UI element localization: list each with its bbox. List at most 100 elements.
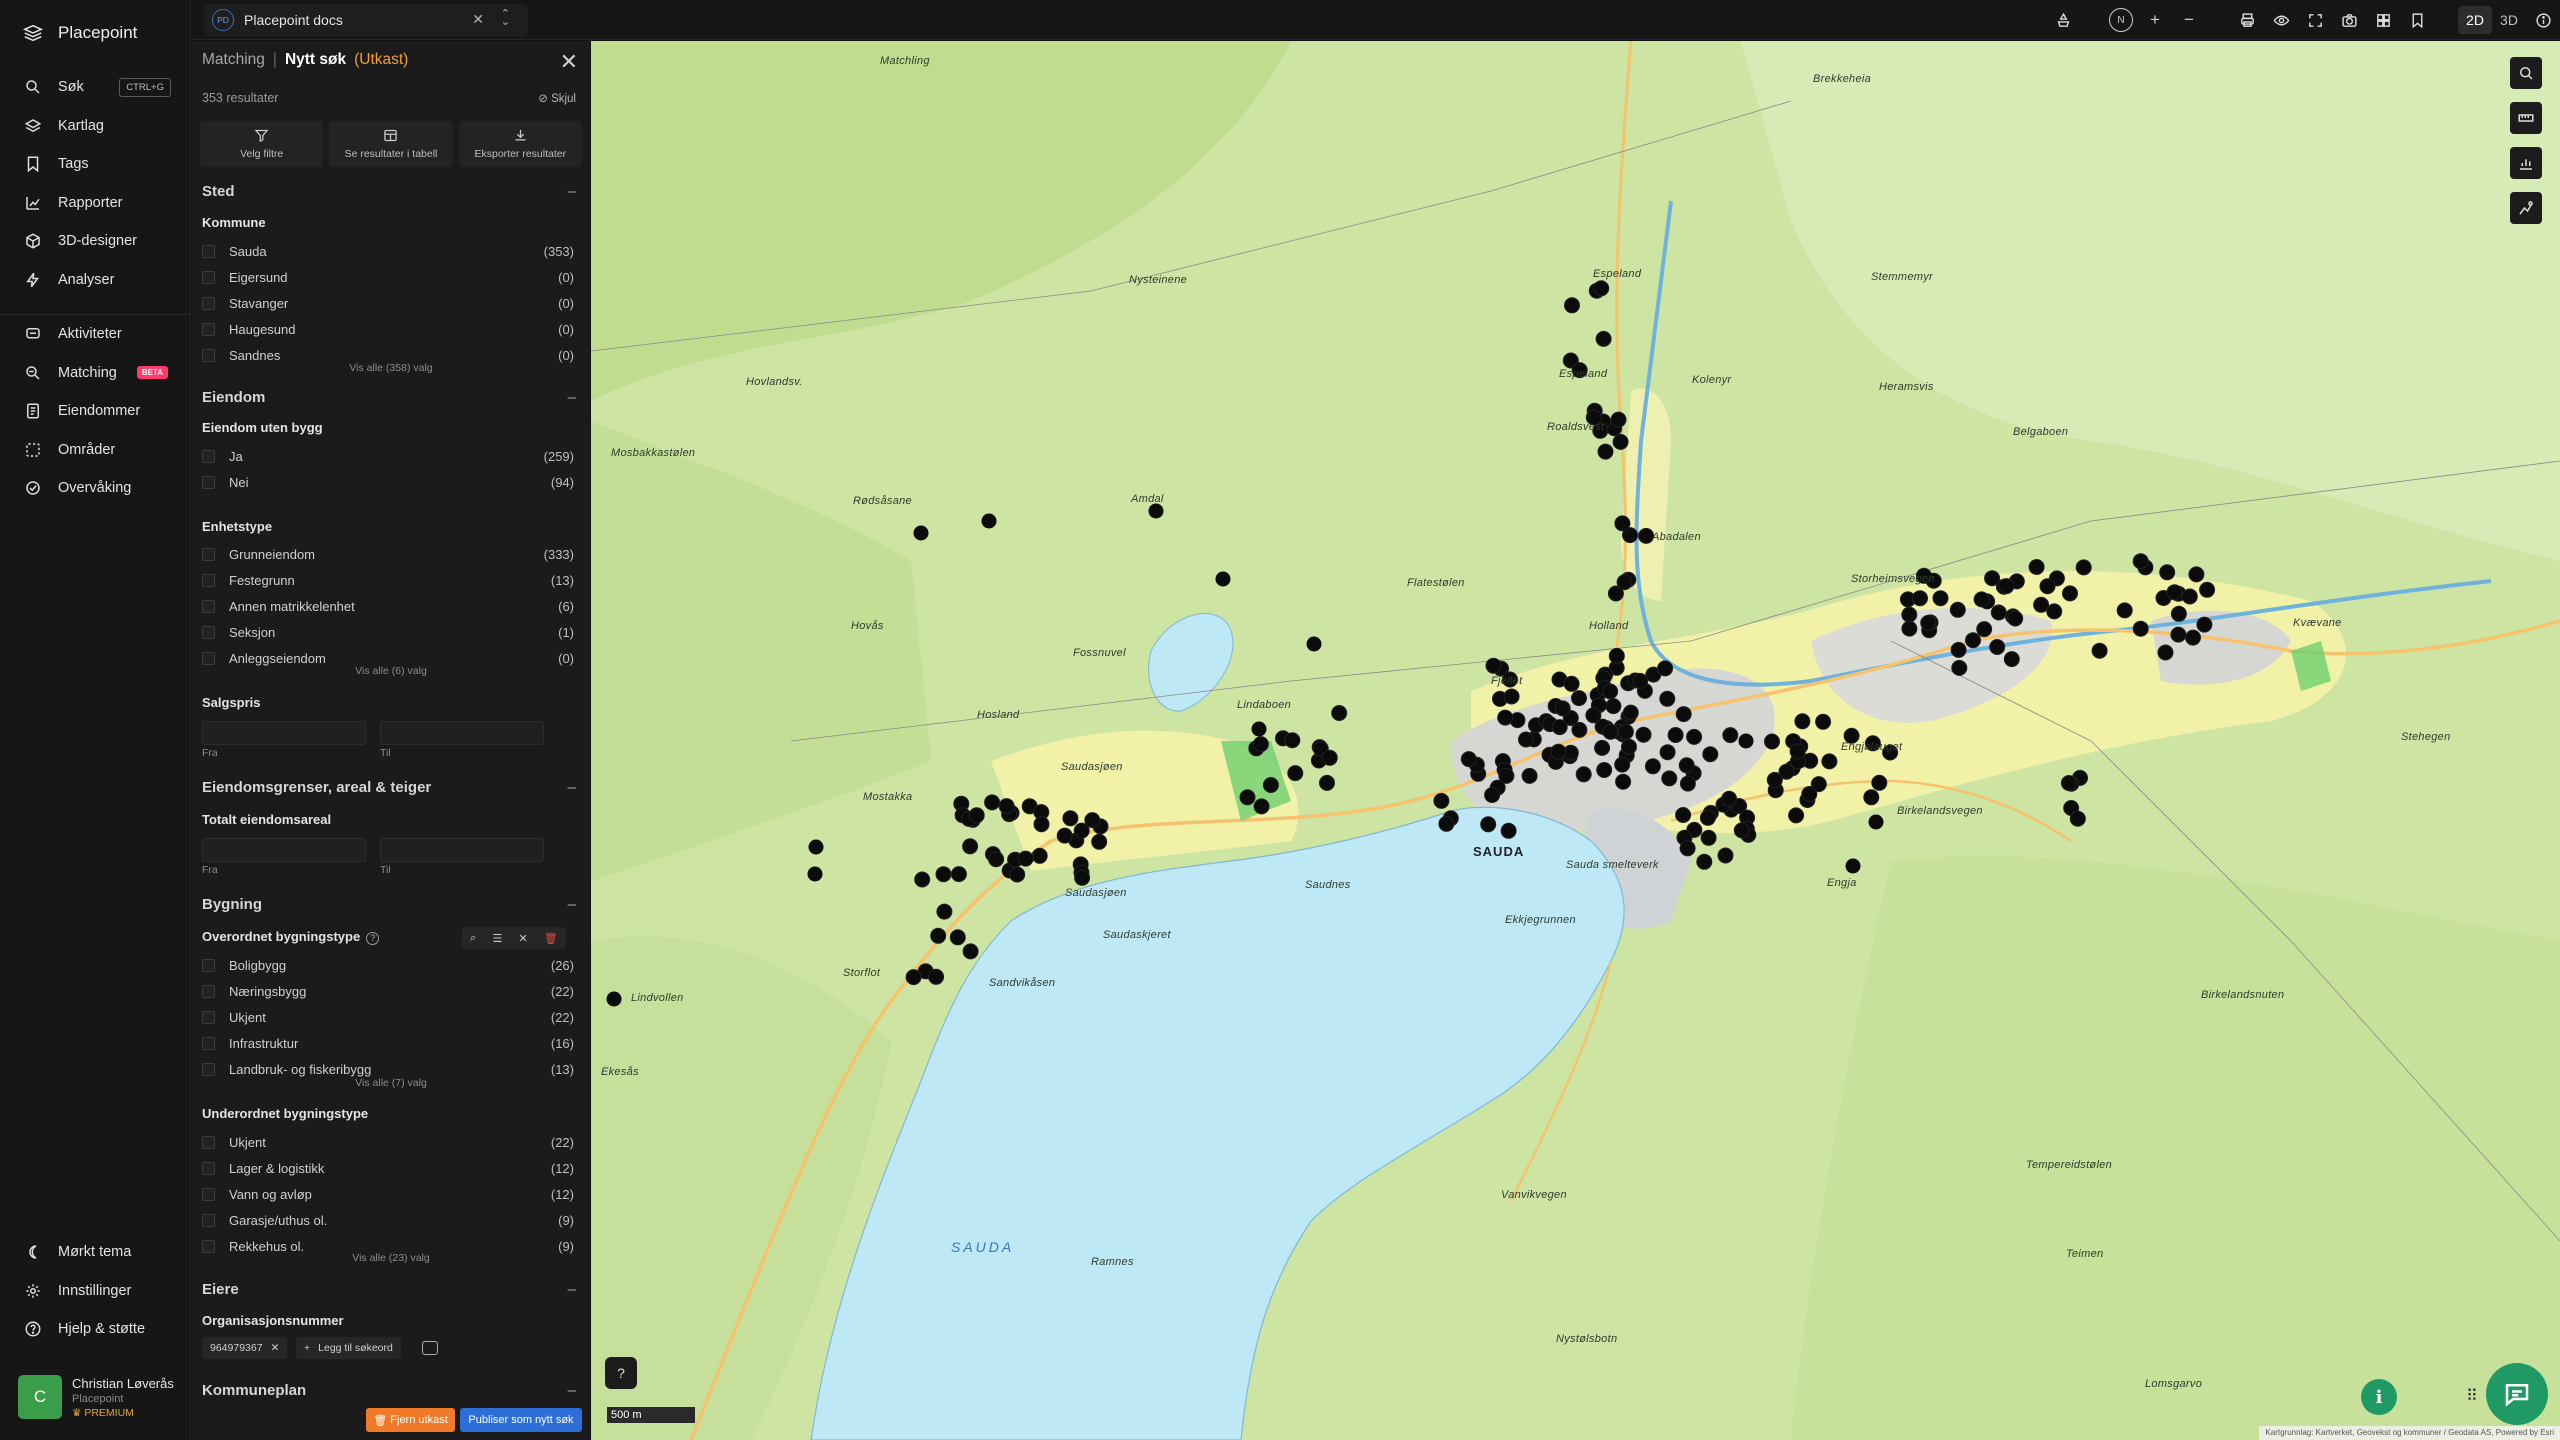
document-selector[interactable]: PD Placepoint docs ✕ ⌃ ⌄ xyxy=(204,4,528,36)
view-table-button[interactable]: Se resultater i tabell xyxy=(329,121,453,167)
filter-option-row[interactable]: Annen matrikkelenhet (6) xyxy=(202,596,574,616)
filter-option-row[interactable]: Garasje/uthus ol. (9) xyxy=(202,1211,574,1231)
remove-draft-button[interactable]: 🗑 Fjern utkast xyxy=(366,1408,455,1432)
checkbox[interactable] xyxy=(202,958,215,972)
section-kommuneplan[interactable]: Kommuneplan – xyxy=(202,1382,576,1399)
checkbox[interactable] xyxy=(202,626,215,640)
info-fab[interactable]: i xyxy=(2361,1379,2397,1415)
checkbox[interactable] xyxy=(202,349,215,363)
nav-item-analyser[interactable]: Analyser xyxy=(0,261,191,300)
drag-grip-icon[interactable]: ⠿ xyxy=(2466,1386,2478,1406)
zoom-out-icon[interactable]: − xyxy=(2172,0,2206,40)
show-all-link[interactable]: Vis alle (6) valg xyxy=(192,665,590,677)
collapse-icon[interactable]: – xyxy=(568,1281,576,1298)
result-marker[interactable] xyxy=(1990,604,2007,621)
result-marker[interactable] xyxy=(1989,639,2006,655)
bookmark-icon[interactable] xyxy=(2400,0,2434,40)
camera-icon[interactable] xyxy=(2332,0,2366,40)
mode-3d-toggle[interactable]: 3D xyxy=(2492,6,2526,34)
checkbox[interactable] xyxy=(202,1063,215,1077)
result-marker[interactable] xyxy=(1031,847,1048,864)
result-marker[interactable] xyxy=(1635,726,1652,743)
result-marker[interactable] xyxy=(1612,433,1629,450)
user-profile[interactable]: C Christian Løverås Placepoint ♛ PREMIUM xyxy=(18,1372,183,1422)
section-eiere[interactable]: Eiere – xyxy=(202,1281,576,1298)
layers-stack-icon[interactable] xyxy=(2046,0,2080,40)
nav-item-overvaking[interactable]: Overvåking xyxy=(0,469,191,508)
result-marker[interactable] xyxy=(1699,809,1716,826)
map-tool-analysis[interactable] xyxy=(2510,192,2542,224)
hide-button[interactable]: ⊘ Skjul xyxy=(538,91,576,105)
result-marker[interactable] xyxy=(1976,621,1993,638)
result-marker[interactable] xyxy=(1622,704,1639,721)
result-marker[interactable] xyxy=(1657,660,1674,677)
result-marker[interactable] xyxy=(1998,578,2015,595)
result-marker[interactable] xyxy=(1696,853,1713,870)
grid-icon[interactable] xyxy=(2366,0,2400,40)
collapse-icon[interactable]: – xyxy=(568,183,576,200)
close-icon[interactable]: ✕ xyxy=(519,932,528,945)
result-marker[interactable] xyxy=(905,969,922,986)
collapse-icon[interactable]: – xyxy=(568,1382,576,1399)
checkbox[interactable] xyxy=(202,323,215,337)
result-marker[interactable] xyxy=(988,851,1005,868)
result-marker[interactable] xyxy=(1766,771,1783,788)
result-marker[interactable] xyxy=(1621,738,1637,755)
result-marker[interactable] xyxy=(962,838,979,855)
close-icon[interactable]: ✕ xyxy=(560,49,578,75)
result-marker[interactable] xyxy=(936,903,953,920)
checkbox[interactable] xyxy=(202,1010,215,1024)
show-all-link[interactable]: Vis alle (7) valg xyxy=(192,1077,590,1089)
result-marker[interactable] xyxy=(1585,707,1602,724)
result-marker[interactable] xyxy=(2159,564,2176,581)
result-marker[interactable] xyxy=(2003,651,2020,668)
filter-option-row[interactable]: Grunneiendom (333) xyxy=(202,544,574,564)
result-marker[interactable] xyxy=(1679,775,1696,792)
result-marker[interactable] xyxy=(2062,585,2078,602)
result-marker[interactable] xyxy=(1596,762,1613,778)
map-tool-measure[interactable] xyxy=(2510,102,2542,134)
result-marker[interactable] xyxy=(1821,753,1838,770)
result-marker[interactable] xyxy=(1498,767,1515,784)
collapse-icon[interactable]: – xyxy=(568,779,576,796)
result-marker[interactable] xyxy=(1253,798,1270,815)
nav-item-rapporter[interactable]: Rapporter xyxy=(0,184,191,223)
result-marker[interactable] xyxy=(1433,792,1450,809)
checkbox[interactable] xyxy=(202,1214,215,1228)
result-marker[interactable] xyxy=(950,866,967,883)
checkbox[interactable] xyxy=(202,652,215,666)
result-marker[interactable] xyxy=(981,513,997,529)
result-marker[interactable] xyxy=(1518,731,1534,748)
checkbox[interactable] xyxy=(202,984,215,998)
result-marker[interactable] xyxy=(1033,816,1050,833)
result-marker[interactable] xyxy=(1863,789,1880,806)
collapse-icon[interactable]: – xyxy=(568,389,576,406)
result-marker[interactable] xyxy=(1794,713,1811,730)
result-marker[interactable] xyxy=(1949,601,1966,618)
result-marker[interactable] xyxy=(928,968,945,985)
result-marker[interactable] xyxy=(1661,770,1678,787)
filter-option-row[interactable]: Festegrunn (13) xyxy=(202,570,574,590)
result-marker[interactable] xyxy=(1616,574,1633,591)
result-marker[interactable] xyxy=(808,839,824,855)
nav-item-settings[interactable]: Innstillinger xyxy=(0,1272,191,1311)
result-marker[interactable] xyxy=(1801,786,1818,802)
result-marker[interactable] xyxy=(1722,727,1739,744)
result-marker[interactable] xyxy=(1319,774,1335,791)
result-marker[interactable] xyxy=(1062,810,1079,827)
chevron-updown-icon[interactable]: ⌃ ⌄ xyxy=(501,9,510,28)
info-icon[interactable] xyxy=(2526,0,2560,40)
result-marker[interactable] xyxy=(930,927,947,944)
result-marker[interactable] xyxy=(1678,757,1695,774)
result-marker[interactable] xyxy=(2185,629,2201,646)
checkbox[interactable] xyxy=(202,244,215,258)
result-marker[interactable] xyxy=(962,943,979,960)
result-marker[interactable] xyxy=(1901,606,1918,623)
collapse-icon[interactable]: – xyxy=(568,896,576,913)
result-marker[interactable] xyxy=(1602,723,1619,740)
result-marker[interactable] xyxy=(1789,743,1806,760)
result-marker[interactable] xyxy=(968,807,985,824)
result-marker[interactable] xyxy=(1615,773,1632,790)
result-marker[interactable] xyxy=(1252,736,1269,753)
nav-item-kartlag[interactable]: Kartlag xyxy=(0,107,191,146)
